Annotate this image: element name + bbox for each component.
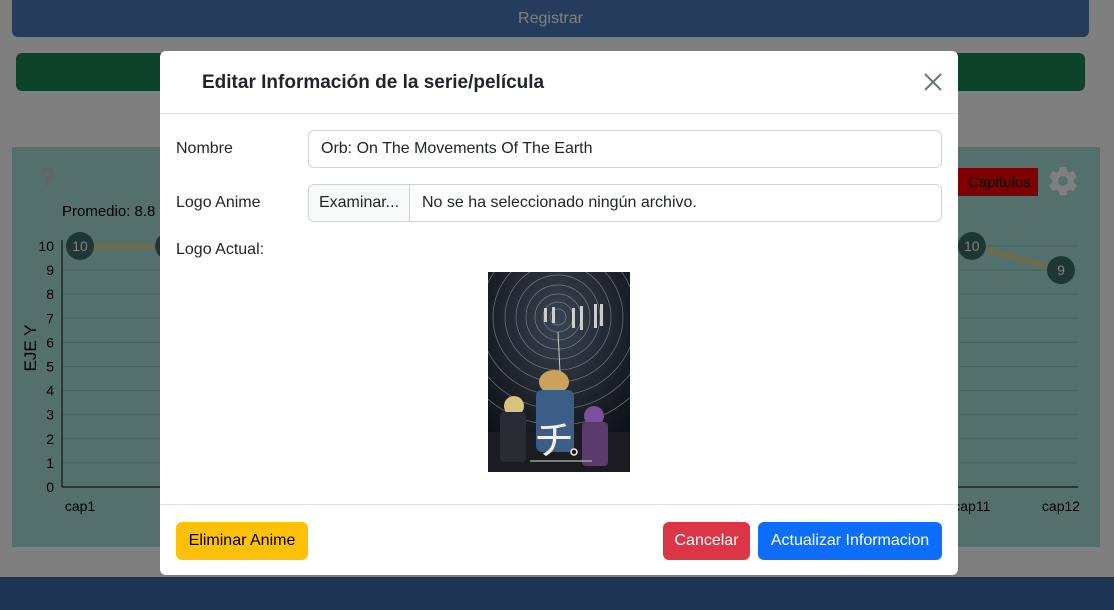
- close-icon[interactable]: [922, 71, 944, 93]
- modal-header: Editar Información de la serie/película: [160, 51, 958, 114]
- modal-title: Editar Información de la serie/película: [202, 72, 545, 93]
- name-label: Nombre: [176, 140, 233, 157]
- logo-file-input[interactable]: Examinar... No se ha seleccionado ningún…: [308, 184, 942, 222]
- svg-text:チ: チ: [534, 418, 574, 464]
- update-info-button[interactable]: Actualizar Informacion: [758, 522, 942, 560]
- edit-modal: Editar Información de la serie/película …: [160, 51, 958, 575]
- modal-footer: Eliminar Anime Cancelar Actualizar Infor…: [160, 504, 958, 575]
- delete-anime-button[interactable]: Eliminar Anime: [176, 522, 308, 560]
- anime-poster-image: チ: [488, 272, 630, 472]
- browse-button[interactable]: Examinar...: [309, 185, 410, 221]
- current-logo-label: Logo Actual:: [176, 241, 265, 258]
- cancel-button[interactable]: Cancelar: [663, 522, 750, 560]
- name-input[interactable]: Orb: On The Movements Of The Earth: [308, 130, 942, 168]
- logo-label: Logo Anime: [176, 194, 261, 211]
- file-name-text: No se ha seleccionado ningún archivo.: [422, 194, 697, 211]
